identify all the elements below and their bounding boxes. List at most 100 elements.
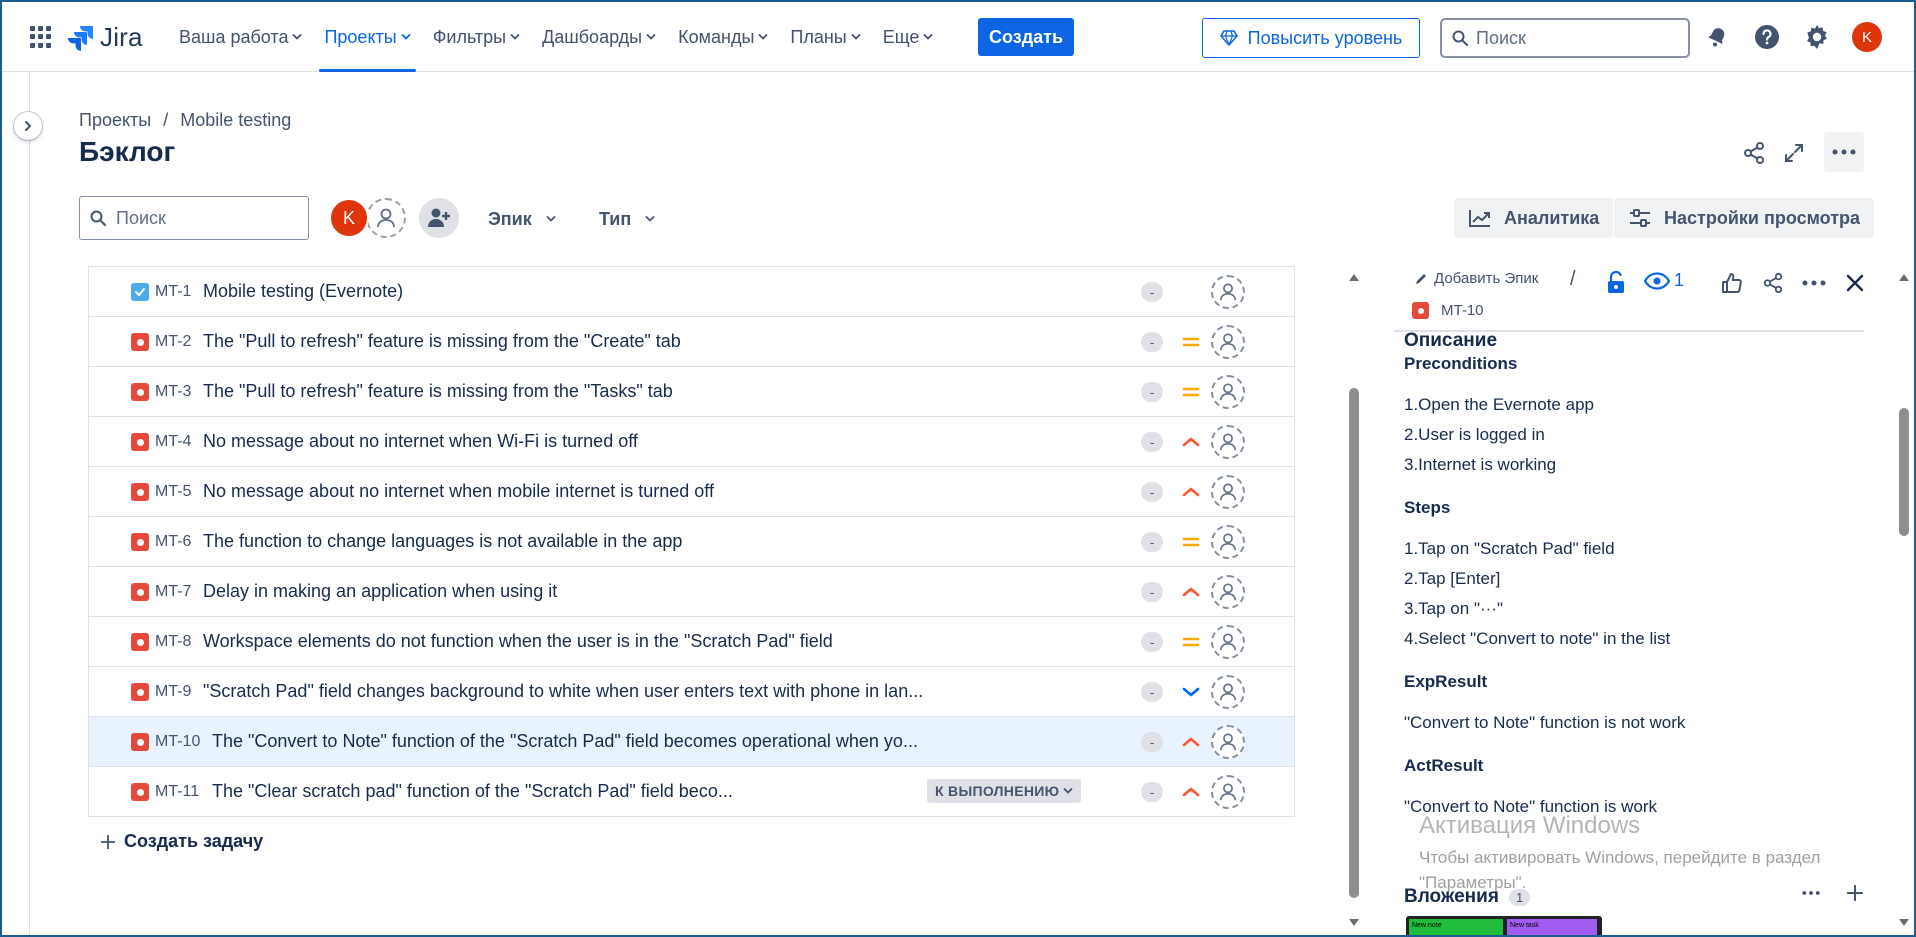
issue-key[interactable]: MT-5	[155, 483, 191, 501]
plus-icon[interactable]	[1846, 884, 1864, 902]
add-epic-button[interactable]: Добавить Эпик	[1414, 270, 1538, 287]
filter-unassigned-avatar[interactable]	[366, 198, 406, 238]
story-points-badge[interactable]: -	[1141, 732, 1163, 752]
issue-key[interactable]: MT-3	[155, 383, 191, 401]
nav-item[interactable]: Планы	[779, 2, 871, 72]
scroll-up-arrow[interactable]	[1349, 274, 1359, 281]
restrictions-button[interactable]	[1601, 268, 1631, 298]
share-button[interactable]	[1736, 136, 1772, 170]
issue-row[interactable]: MT-4 No message about no internet when Wi…	[89, 417, 1294, 467]
detail-more-button[interactable]	[1799, 268, 1829, 298]
issue-key[interactable]: MT-9	[155, 683, 191, 701]
view-settings-button[interactable]: Настройки просмотра	[1614, 198, 1875, 238]
assignee-avatar[interactable]	[1211, 575, 1245, 609]
assignee-avatar[interactable]	[1211, 475, 1245, 509]
settings-gear-icon[interactable]	[1802, 22, 1832, 52]
issue-summary[interactable]: Workspace elements do not function when …	[203, 631, 833, 652]
close-detail-button[interactable]	[1840, 268, 1870, 298]
issue-row[interactable]: MT-7 Delay in making an application when …	[89, 567, 1294, 617]
issue-summary[interactable]: The "Convert to Note" function of the "S…	[212, 731, 918, 752]
global-search-input[interactable]: Поиск	[1440, 18, 1690, 58]
story-points-badge[interactable]: -	[1141, 682, 1163, 702]
scroll-down-arrow[interactable]	[1349, 919, 1359, 926]
issue-row[interactable]: MT-6 The function to change languages is …	[89, 517, 1294, 567]
assignee-avatar[interactable]	[1211, 275, 1245, 309]
issue-row[interactable]: MT-5 No message about no internet when mo…	[89, 467, 1294, 517]
story-points-badge[interactable]: -	[1141, 432, 1163, 452]
issue-row[interactable]: MT-1 Mobile testing (Evernote) -	[89, 267, 1294, 317]
detail-issue-key[interactable]: MT-10	[1412, 302, 1484, 319]
assignee-avatar[interactable]	[1211, 325, 1245, 359]
story-points-badge[interactable]: -	[1141, 282, 1163, 302]
story-points-badge[interactable]: -	[1141, 632, 1163, 652]
vote-button[interactable]	[1717, 268, 1747, 298]
fullscreen-button[interactable]	[1776, 136, 1812, 170]
story-points-badge[interactable]: -	[1141, 582, 1163, 602]
issue-key[interactable]: MT-2	[155, 333, 191, 351]
breadcrumb-project[interactable]: Mobile testing	[180, 110, 291, 131]
epic-filter-dropdown[interactable]: Эпик	[488, 202, 556, 236]
assignee-avatar[interactable]	[1211, 675, 1245, 709]
story-points-badge[interactable]: -	[1141, 382, 1163, 402]
issue-summary[interactable]: No message about no internet when Wi-Fi …	[203, 431, 638, 452]
profile-avatar[interactable]: K	[1852, 22, 1882, 52]
issue-key[interactable]: MT-10	[155, 733, 200, 751]
help-icon[interactable]	[1752, 22, 1782, 52]
detail-scrollbar[interactable]	[1896, 270, 1910, 930]
issue-summary[interactable]: No message about no internet when mobile…	[203, 481, 714, 502]
more-actions-button[interactable]	[1824, 132, 1864, 172]
assignee-avatar[interactable]	[1211, 775, 1245, 809]
issue-row[interactable]: MT-9 "Scratch Pad" field changes backgrou…	[89, 667, 1294, 717]
filter-user-avatar[interactable]: K	[329, 198, 369, 238]
issue-summary[interactable]: The "Pull to refresh" feature is missing…	[203, 331, 681, 352]
nav-item[interactable]: Фильтры	[422, 2, 531, 72]
create-issue-button[interactable]: Создать задачу	[100, 831, 263, 852]
assignee-avatar[interactable]	[1211, 375, 1245, 409]
issue-status-dropdown[interactable]: К ВЫПОЛНЕНИЮ	[927, 779, 1082, 803]
watch-button[interactable]: 1	[1644, 270, 1684, 291]
issue-row[interactable]: MT-10 The "Convert to Note" function of t…	[89, 717, 1294, 767]
nav-item[interactable]: Еще	[872, 2, 945, 72]
scrollbar-thumb[interactable]	[1349, 388, 1359, 898]
issue-row[interactable]: MT-2 The "Pull to refresh" feature is mis…	[89, 317, 1294, 367]
issue-summary[interactable]: The "Pull to refresh" feature is missing…	[203, 381, 673, 402]
create-button[interactable]: Создать	[978, 18, 1074, 56]
issue-summary[interactable]: The "Clear scratch pad" function of the …	[212, 781, 733, 802]
expand-sidebar-button[interactable]	[14, 112, 42, 140]
jira-logo[interactable]: Jira	[68, 22, 143, 53]
assignee-avatar[interactable]	[1211, 525, 1245, 559]
issue-key[interactable]: MT-7	[155, 583, 191, 601]
issue-row[interactable]: MT-8 Workspace elements do not function w…	[89, 617, 1294, 667]
issue-summary[interactable]: "Scratch Pad" field changes background t…	[203, 681, 923, 702]
story-points-badge[interactable]: -	[1141, 482, 1163, 502]
attachment-thumbnail[interactable]: New note New task	[1406, 916, 1602, 935]
story-points-badge[interactable]: -	[1141, 332, 1163, 352]
nav-item[interactable]: Команды	[667, 2, 779, 72]
detail-share-button[interactable]	[1758, 268, 1788, 298]
upgrade-button[interactable]: Повысить уровень	[1202, 18, 1420, 58]
more-horizontal-icon[interactable]	[1802, 890, 1820, 896]
nav-item[interactable]: Ваша работа	[168, 2, 313, 72]
story-points-badge[interactable]: -	[1141, 532, 1163, 552]
assignee-avatar[interactable]	[1211, 425, 1245, 459]
type-filter-dropdown[interactable]: Тип	[599, 202, 655, 236]
add-people-button[interactable]	[419, 198, 459, 238]
issue-description[interactable]: Описание Preconditions 1.Open the Evernot…	[1404, 330, 1874, 822]
scroll-up-arrow[interactable]	[1899, 274, 1909, 281]
issue-summary[interactable]: The function to change languages is not …	[203, 531, 682, 552]
notifications-icon[interactable]	[1702, 22, 1732, 52]
issue-summary[interactable]: Delay in making an application when usin…	[203, 581, 557, 602]
issue-key[interactable]: MT-1	[155, 283, 191, 301]
nav-item[interactable]: Дашбоарды	[531, 2, 667, 72]
app-switcher-icon[interactable]	[30, 26, 52, 48]
backlog-scrollbar[interactable]	[1346, 270, 1360, 930]
issue-summary[interactable]: Mobile testing (Evernote)	[203, 281, 403, 302]
backlog-search-input[interactable]: Поиск	[79, 196, 309, 240]
issue-row[interactable]: MT-3 The "Pull to refresh" feature is mis…	[89, 367, 1294, 417]
issue-key[interactable]: MT-4	[155, 433, 191, 451]
assignee-avatar[interactable]	[1211, 725, 1245, 759]
breadcrumb-projects[interactable]: Проекты	[79, 110, 151, 131]
issue-key[interactable]: MT-6	[155, 533, 191, 551]
issue-key[interactable]: MT-11	[155, 783, 199, 801]
analytics-button[interactable]: Аналитика	[1454, 198, 1614, 238]
